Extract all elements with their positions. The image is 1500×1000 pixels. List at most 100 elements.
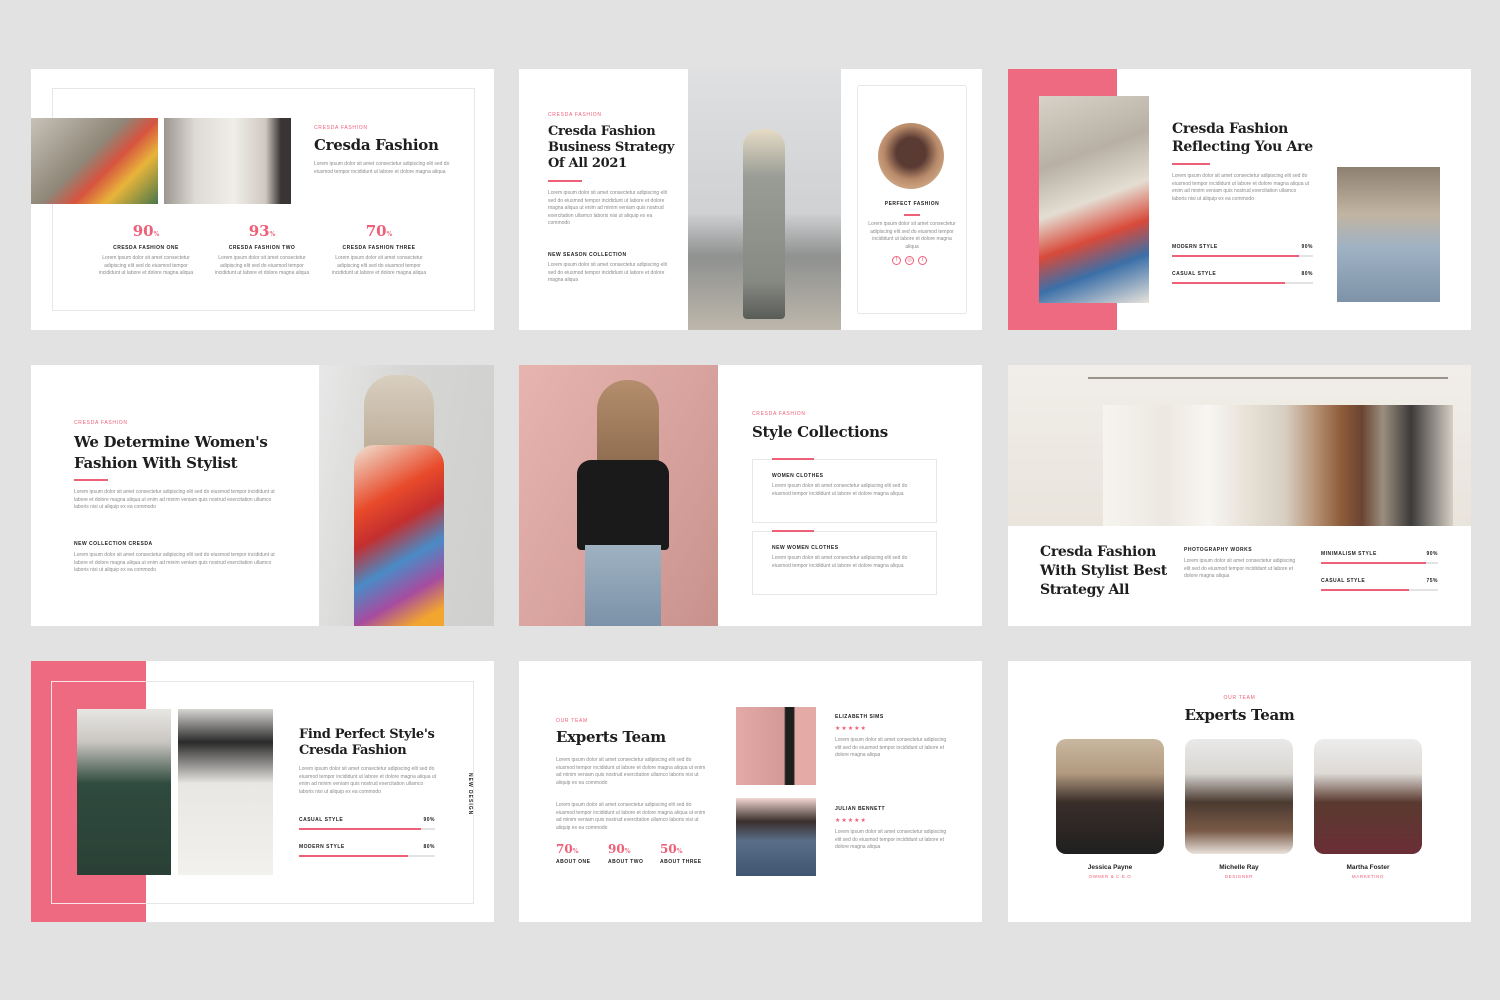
title-line: Cresda Fashion [1040,544,1156,560]
title-line: Strategy All [1040,582,1130,598]
body-text: Lorem ipsum dolor sit amet consectetur a… [548,190,667,226]
slide-1[interactable]: Cresda Fashion Cresda Fashion Lorem ipsu… [31,69,494,330]
slide-title: We Determine Women's Fashion With Stylis… [74,432,268,474]
body-text: Lorem ipsum dolor sit amet consectetur a… [331,255,427,276]
slide-5[interactable]: Cresda Fashion Style Collections Women C… [519,365,982,626]
model-photo [164,118,291,204]
slide-title: Cresda Fashion Business Strategy Of All … [548,124,674,172]
model-photo [77,709,171,875]
body-text: Lorem ipsum dolor sit amet consectetur a… [98,255,194,276]
body-text: Lorem ipsum dolor sit amet consectetur a… [74,489,275,510]
twitter-icon[interactable]: t [918,256,927,265]
slide-title: Style Collections [752,423,888,441]
slide-9[interactable]: Our Team Experts Team Jessica Payne Owne… [1008,661,1471,922]
clothes-rack-photo [1008,365,1471,526]
stat-unit: % [386,231,393,238]
section-tag: Cresda Fashion [314,125,368,131]
stat-block: 70% Cresda Fashion Three Lorem ipsum dol… [329,222,429,278]
bar-label: Casual Style [1321,578,1366,584]
vertical-label: New Design [467,773,473,816]
title-line: Business Strategy [548,140,675,155]
bar-value: 80% [1301,271,1313,277]
model-photo [319,365,494,626]
avatar [878,123,944,189]
facebook-icon[interactable]: f [892,256,901,265]
slide-3[interactable]: Cresda Fashion Reflecting You Are Lorem … [1008,69,1471,330]
stat-unit: % [153,231,160,238]
member-card: Michelle Ray Designer [1185,864,1293,879]
member-name: Jessica Payne [1087,864,1133,871]
body-text: Lorem ipsum dolor sit amet consectetur a… [1172,173,1310,202]
body-text: Lorem ipsum dolor sit amet consectetur a… [1184,558,1296,579]
title-line: We Determine Women's [74,433,268,451]
bar-label: Modern Style [1172,244,1218,250]
bar-value: 75% [1426,578,1438,584]
member-role: Designer [1224,874,1254,879]
model-dress [354,445,444,626]
body-text: Lorem ipsum dolor sit amet consectetur a… [772,483,908,497]
slide-title: Experts Team [1184,706,1295,724]
stat-block: 50% About Three [660,842,710,865]
subheading: New Collection Cresda [74,541,153,547]
stat-block: 90% About Two [608,842,653,865]
stat-unit: % [676,848,683,855]
accent-rule [548,180,582,182]
slide-title: Cresda Fashion With Stylist Best Strateg… [1040,543,1167,600]
title-line: Fashion With Stylist [74,454,238,472]
body-text: Lorem ipsum dolor sit amet consectetur a… [835,829,947,850]
slide-7[interactable]: Find Perfect Style's Cresda Fashion Lore… [31,661,494,922]
rack-rail [1088,377,1448,379]
title-line: Cresda Fashion [548,124,656,139]
section-tag: Cresda Fashion [752,411,806,417]
progress-bar [299,828,435,830]
member-card: Jessica Payne Owner & C.E.O [1056,864,1164,879]
model-figure [743,129,785,319]
body-text: Lorem ipsum dolor sit amet consectetur a… [299,766,437,795]
bar-label: Minimalism Style [1321,551,1377,557]
slide-2[interactable]: Cresda Fashion Cresda Fashion Business S… [519,69,982,330]
body-text: Lorem ipsum dolor sit amet consectetur a… [74,552,275,573]
accent-rule [904,214,920,216]
bar-label: Casual Style [299,817,344,823]
profile-label: Perfect Fashion [884,201,940,207]
stat-label: About One [556,859,591,865]
accent-rule [772,530,814,532]
slide-8[interactable]: Our Team Experts Team Lorem ipsum dolor … [519,661,982,922]
slide-6[interactable]: Cresda Fashion With Stylist Best Strateg… [1008,365,1471,626]
bar-value: 90% [1301,244,1313,250]
stat-value: 90 [132,222,154,240]
member-photo [736,798,816,876]
member-card: Martha Foster Marketing [1314,864,1422,879]
member-photo [1314,739,1422,854]
stat-label: About Three [660,859,702,865]
section-tag: Cresda Fashion [74,420,128,426]
progress-bar [299,855,435,857]
stat-label: Cresda Fashion One [113,245,179,251]
slide-title: Cresda Fashion [314,136,439,154]
profile-card [857,85,967,314]
title-line: Find Perfect Style's [299,727,435,742]
instagram-icon[interactable]: ◎ [905,256,914,265]
slide-4[interactable]: Cresda Fashion We Determine Women's Fash… [31,365,494,626]
slide-title: Cresda Fashion Reflecting You Are [1172,120,1313,156]
model-photo [1039,96,1149,303]
stat-value: 70 [365,222,387,240]
garments [1103,405,1453,526]
card-title: New Women Clothes [772,545,839,551]
social-icons: f ◎ t [892,256,927,265]
stat-unit: % [572,848,579,855]
member-name: Martha Foster [1346,864,1390,871]
stat-value: 70 [556,842,573,856]
body-text: Lorem ipsum dolor sit amet consectetur a… [314,161,450,175]
progress-bar [1321,562,1438,564]
bar-value: 90% [423,817,435,823]
body-text: Lorem ipsum dolor sit amet consectetur a… [772,555,908,569]
title-line: Of All 2021 [548,156,627,171]
bar-value: 80% [423,844,435,850]
body-text: Lorem ipsum dolor sit amet consectetur a… [556,757,706,786]
stat-block: 70% About One [556,842,601,865]
stat-unit: % [269,231,276,238]
bar-label: Modern Style [299,844,345,850]
model-top [577,460,669,550]
body-text: Lorem ipsum dolor sit amet consectetur a… [214,255,310,276]
